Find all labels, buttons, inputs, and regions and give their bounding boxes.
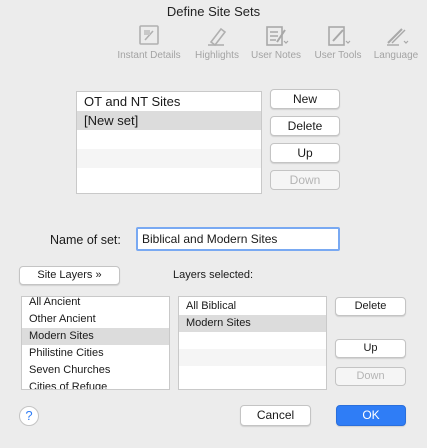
move-set-down-button[interactable]: Down	[270, 170, 340, 190]
name-of-set-label: Name of set:	[50, 233, 121, 247]
layers-selected-list[interactable]: All Biblical Modern Sites	[178, 296, 327, 390]
move-layer-down-button[interactable]: Down	[335, 367, 406, 386]
site-layers-button[interactable]: Site Layers »	[19, 266, 120, 285]
set-name-field[interactable]: Biblical and Modern Sites	[136, 227, 340, 251]
move-set-up-button[interactable]: Up	[270, 143, 340, 163]
layers-selected-label: Layers selected:	[173, 269, 254, 281]
site-layers-list[interactable]: All Ancient Other Ancient Modern Sites P…	[21, 296, 170, 390]
list-item[interactable]: All Biblical	[179, 298, 326, 315]
toolbar-label: Instant Details	[117, 50, 181, 61]
help-button[interactable]: ?	[19, 406, 39, 426]
toolbar-label: Language	[373, 50, 419, 61]
notes-icon	[266, 26, 289, 46]
delete-set-button[interactable]: Delete	[270, 116, 340, 136]
language-icon	[387, 28, 409, 46]
list-item[interactable]: Philistine Cities	[22, 345, 169, 362]
toolbar-instant-details[interactable]: Instant Details	[113, 24, 185, 61]
highlighter-icon	[208, 27, 227, 47]
toolbar-label: Highlights	[195, 50, 239, 61]
list-item[interactable]: Modern Sites	[179, 315, 326, 332]
instant-details-icon	[139, 25, 159, 45]
list-item[interactable]: Other Ancient	[22, 311, 169, 328]
list-item[interactable]: All Ancient	[22, 297, 169, 311]
list-item[interactable]: Modern Sites	[22, 328, 169, 345]
user-tools-icon	[328, 26, 351, 46]
toolbar-language[interactable]: Language	[360, 24, 427, 61]
toolbar-label: User Tools	[314, 50, 362, 61]
list-item[interactable]: Cities of Refuge	[22, 379, 169, 389]
sets-list[interactable]: OT and NT Sites [New set]	[76, 91, 262, 194]
ok-button[interactable]: OK	[336, 405, 406, 426]
window-title: Define Site Sets	[166, 4, 261, 19]
new-set-button[interactable]: New	[270, 89, 340, 109]
list-item[interactable]: [New set]	[77, 111, 261, 130]
list-item[interactable]: Seven Churches	[22, 362, 169, 379]
toolbar-label: User Notes	[250, 50, 301, 61]
list-item[interactable]: OT and NT Sites	[77, 92, 261, 111]
delete-layer-button[interactable]: Delete	[335, 297, 406, 316]
move-layer-up-button[interactable]: Up	[335, 339, 406, 358]
cancel-button[interactable]: Cancel	[240, 405, 311, 426]
